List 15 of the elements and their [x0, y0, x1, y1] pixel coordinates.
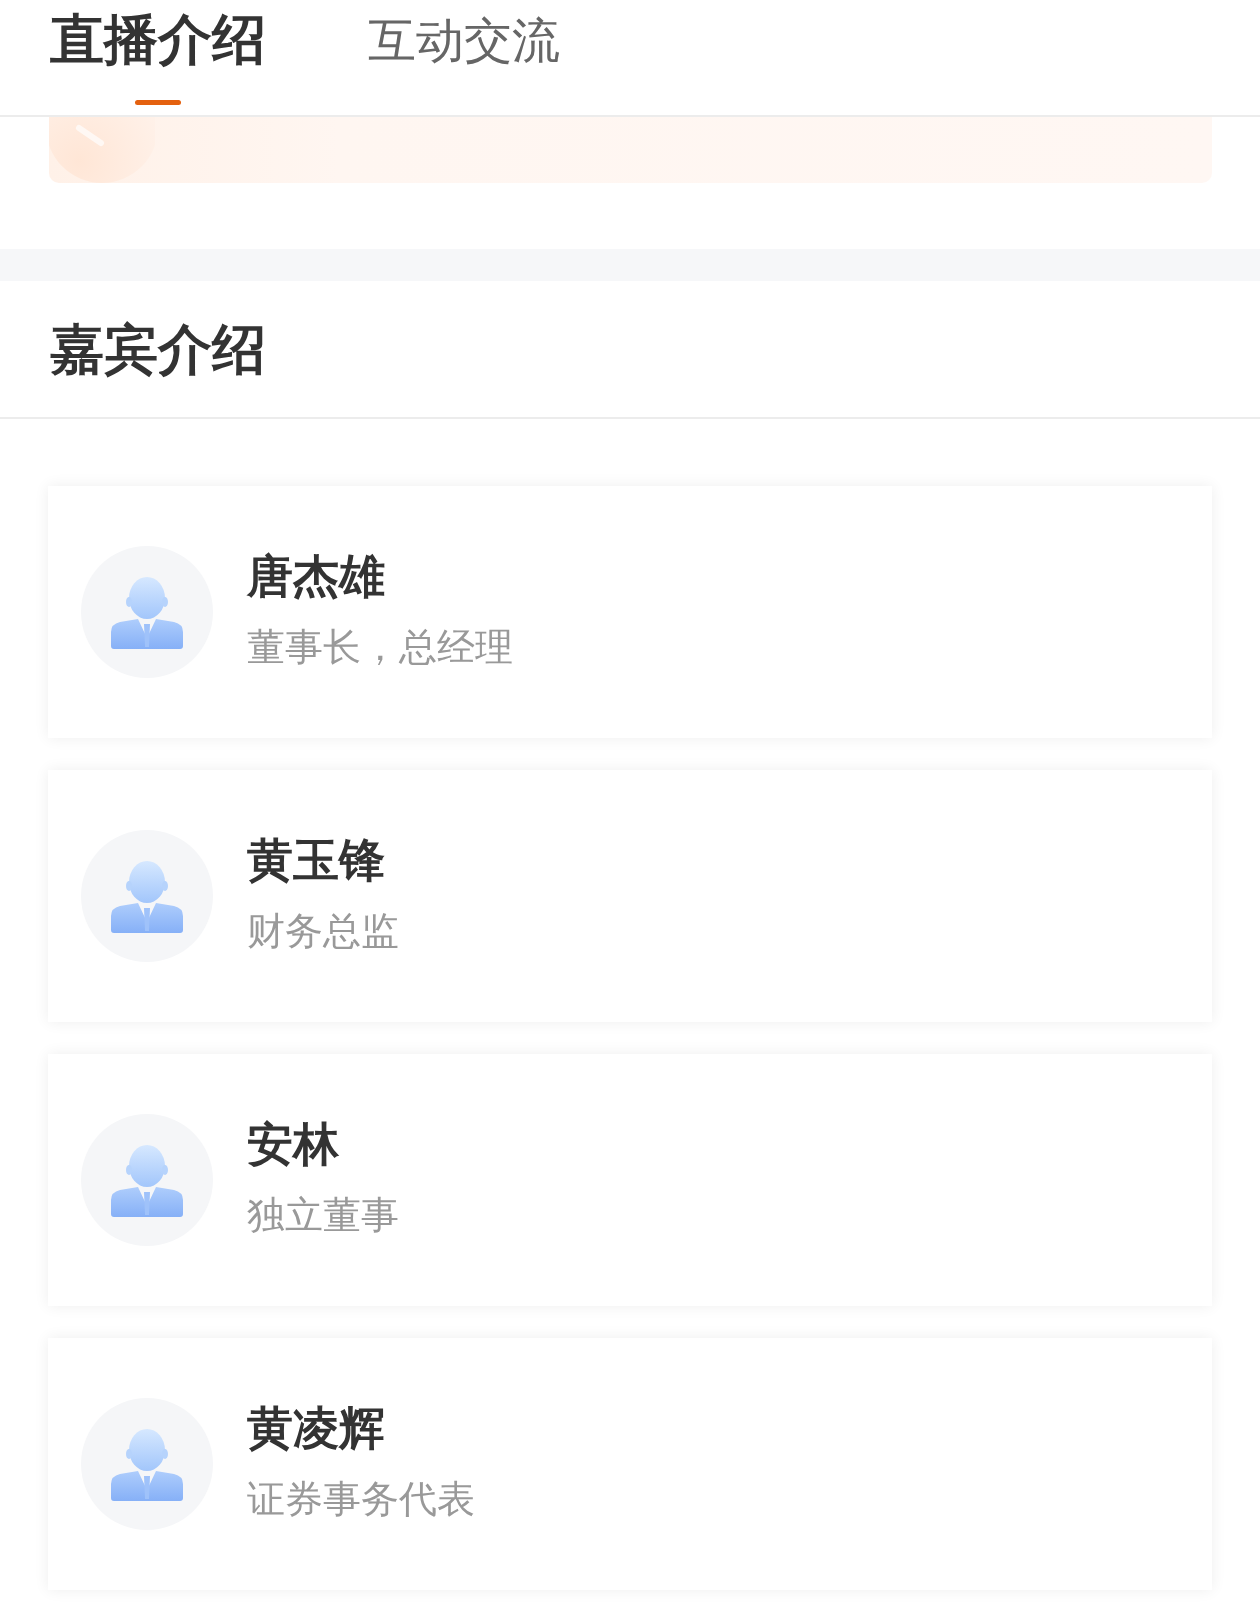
- person-avatar-icon: [81, 1398, 213, 1530]
- person-avatar-icon: [81, 830, 213, 962]
- guest-title: 证券事务代表: [247, 1475, 475, 1523]
- guest-name: 唐杰雄: [247, 547, 385, 604]
- guest-title: 独立董事: [247, 1191, 399, 1239]
- person-avatar-icon: [81, 1114, 213, 1246]
- section-title: 嘉宾介绍: [50, 317, 266, 382]
- person-avatar-icon: [81, 546, 213, 678]
- guest-title: 财务总监: [247, 907, 399, 955]
- guest-name: 安林: [247, 1115, 339, 1172]
- guest-title: 董事长，总经理: [247, 623, 513, 671]
- guest-name: 黄凌辉: [247, 1399, 385, 1456]
- tab[interactable]: 直播介绍: [44, 0, 272, 105]
- guest-name: 黄玉锋: [247, 831, 385, 888]
- tab[interactable]: 互动交流: [362, 0, 566, 105]
